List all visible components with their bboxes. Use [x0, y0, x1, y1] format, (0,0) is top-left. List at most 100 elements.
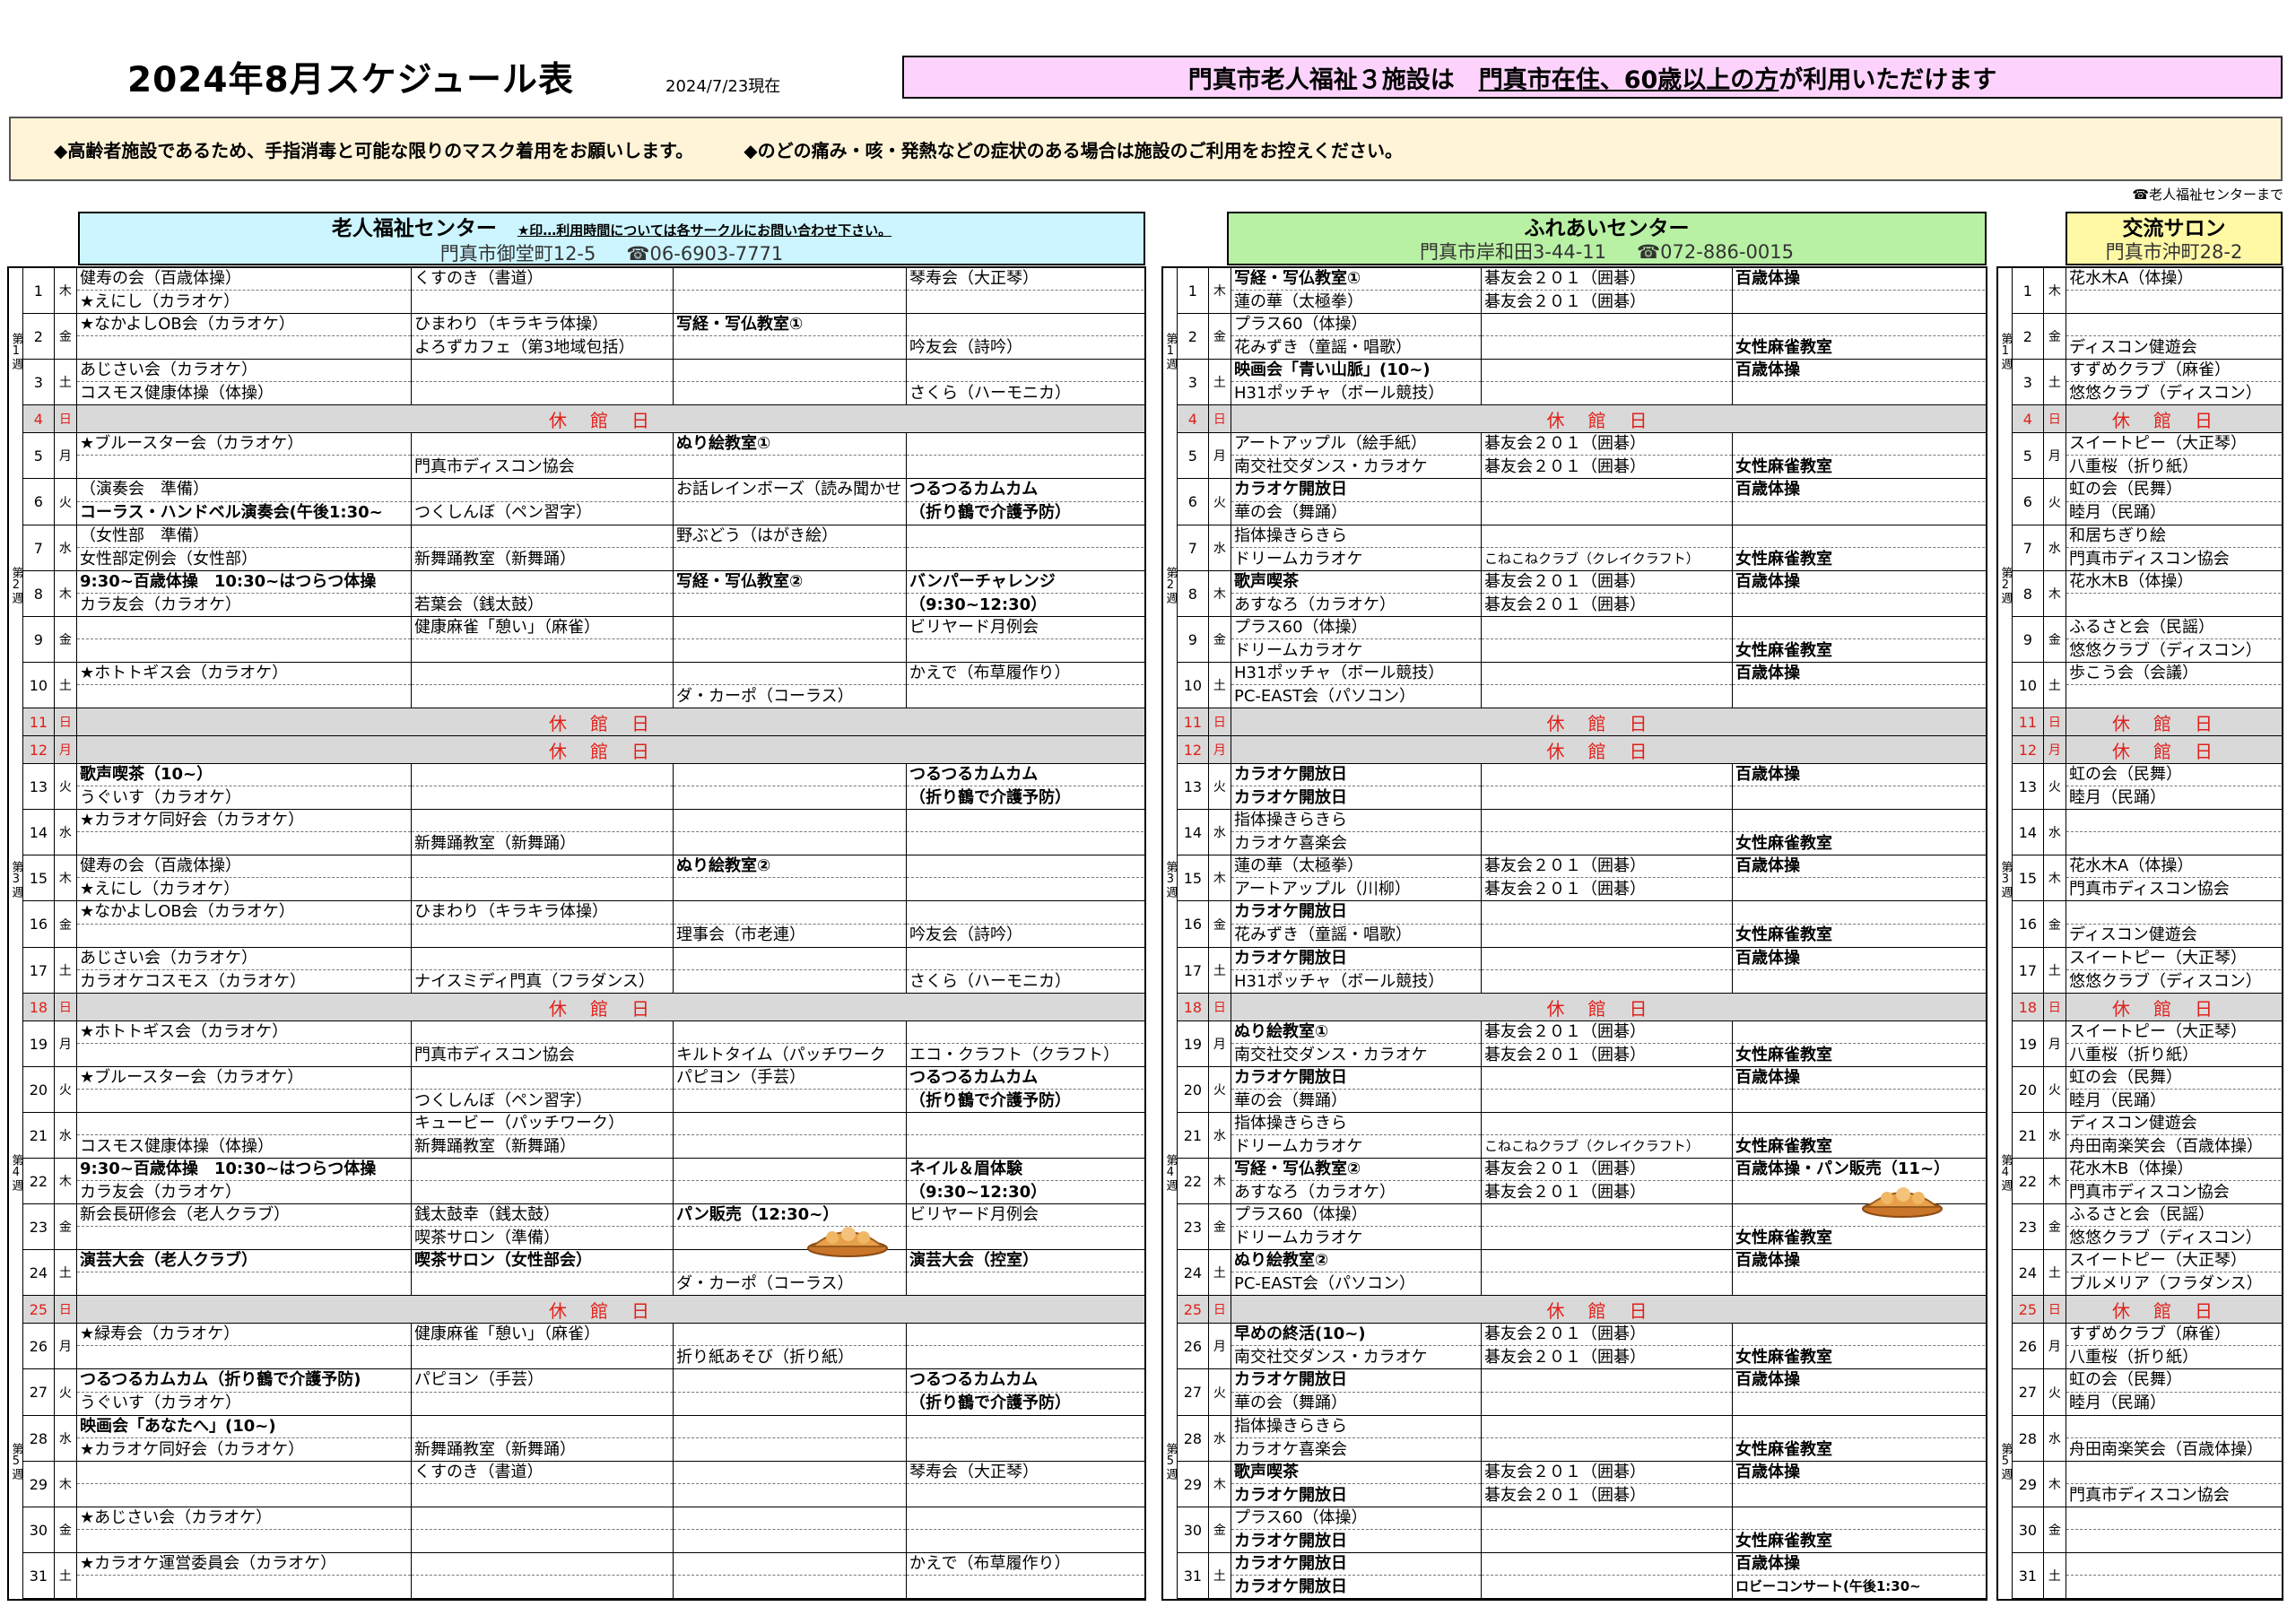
closed-day-row: 11 日 休館日	[1998, 708, 2282, 736]
page-title: 2024年8月スケジュール表	[127, 60, 574, 100]
week-label: 第4週	[9, 1021, 23, 1324]
entry-bottom: 花みずき（童謡・唱歌）	[1234, 925, 1412, 945]
schedule-cell	[1482, 479, 1733, 525]
entry-bottom	[1482, 1090, 1732, 1112]
entry-bottom	[1482, 925, 1732, 948]
day-row: 24 土演芸大会（老人クラブ） 喫茶サロン（女性部会） ダ・カーポ（コーラス） 演芸大会…	[9, 1250, 1144, 1296]
entry-bottom: 女性麻雀教室	[1735, 1136, 1832, 1156]
day-weekday: 土	[2044, 1250, 2066, 1295]
schedule-cell: つるつるカムカム （折り鶴で介護予防）	[907, 764, 1144, 809]
day-weekday: 日	[1209, 994, 1231, 1020]
schedule-cell: ビリヤード月例会	[907, 1204, 1144, 1249]
day-weekday: 土	[2044, 948, 2066, 993]
entry-top: すずめクラブ（麻雀）	[2066, 1324, 2282, 1346]
schedule-cell	[674, 268, 907, 313]
day-weekday: 木	[1209, 1159, 1231, 1203]
schedule-cell: お話レインボーズ（読み聞かせ	[674, 479, 907, 525]
as-of-date: 2024/7/23現在	[665, 77, 781, 96]
schedule-cell: 新舞踊教室（新舞踊）	[412, 810, 674, 855]
entry-bottom: 南交社交ダンス・カラオケ	[1234, 1347, 1428, 1367]
entry-bottom	[907, 291, 1144, 313]
day-weekday: 土	[55, 948, 77, 993]
day-weekday: 木	[55, 571, 77, 616]
entry-top: つるつるカムカム	[907, 1067, 1144, 1090]
day-weekday: 水	[55, 525, 77, 570]
entry-bottom: 碁友会２０１（囲碁）	[1484, 291, 1646, 311]
day-number: 6	[23, 479, 55, 525]
entry-top	[674, 810, 906, 832]
entry-bottom	[1733, 502, 1986, 525]
entry-top	[412, 1159, 673, 1181]
entry-top: くすのき（書道）	[412, 1462, 673, 1484]
rojin-center-header: 老人福祉センター ★印…利用時間については各サークルにお問い合わせ下さい。 門真…	[78, 212, 1145, 265]
entry-bottom	[674, 1135, 906, 1158]
day-number: 30	[2013, 1507, 2044, 1552]
entry-top	[1482, 1067, 1732, 1090]
day-number: 17	[1178, 948, 1209, 993]
entry-top: ふるさと会（民謡）	[2066, 617, 2282, 639]
schedule-cell: 百歳体操	[1733, 1067, 1986, 1112]
closed-label: 休館日	[2112, 997, 2236, 1020]
schedule-cell: つくしんぼ（ペン習字）	[412, 479, 674, 525]
schedule-cell: 琴寿会（大正琴）	[907, 268, 1144, 313]
day-number: 28	[23, 1416, 55, 1461]
day-row: 1 木写経・写仏教室① 蓮の華（太極拳） 碁友会２０１（囲碁） 碁友会２０１（囲碁） 百歳…	[1163, 268, 1986, 314]
entry-top: 碁友会２０１（囲碁）	[1482, 268, 1732, 291]
schedule-cell: 写経・写仏教室① 蓮の華（太極拳）	[1231, 268, 1482, 313]
entry-bottom: カラオケコスモス（カラオケ）	[80, 971, 306, 991]
closed-label: 休館日	[549, 712, 673, 734]
entry-top	[412, 663, 673, 685]
day-weekday: 木	[2044, 1462, 2066, 1507]
entry-top: 指体操きらきら	[1231, 525, 1481, 548]
schedule-cell	[412, 663, 674, 708]
day-row: 27 火虹の会（民舞） 睦月（民踊）	[1998, 1369, 2282, 1416]
closed-label: 休館日	[1546, 1299, 1671, 1322]
schedule-cell: ふるさと会（民謡） 悠悠クラブ（ディスコン）	[2066, 617, 2282, 662]
entry-top: パピヨン（手芸）	[674, 1067, 906, 1090]
entry-top	[907, 1507, 1144, 1530]
entry-bottom	[1482, 382, 1732, 404]
schedule-cell: つくしんぼ（ペン習字）	[412, 1067, 674, 1112]
entry-bottom: 華の会（舞踊）	[1234, 1394, 1347, 1413]
day-row: 2 金 ★なかよしOB会（カラオケ） ひまわり（キラキラ体操） よろずカフェ（第3地域包…	[9, 314, 1144, 360]
day-number: 30	[1178, 1507, 1209, 1552]
schedule-cell	[674, 617, 907, 662]
schedule-cell: 若葉会（銭太鼓）	[412, 571, 674, 616]
entry-top: 虹の会（民舞）	[2066, 479, 2282, 502]
day-number: 23	[1178, 1204, 1209, 1249]
entry-bottom	[1482, 502, 1732, 525]
entry-top	[1482, 314, 1732, 336]
entry-top: ★ホトトギス会（カラオケ）	[77, 663, 411, 685]
day-weekday: 土	[1209, 663, 1231, 708]
entry-bottom	[1482, 1227, 1732, 1249]
day-row: 8 木歌声喫茶 あすなろ（カラオケ） 碁友会２０１（囲碁） 碁友会２０１（囲碁） 百歳体操	[1163, 571, 1986, 617]
entry-top: 映画会「青い山脈」(10~)	[1231, 360, 1481, 382]
day-row: 8 木花水木B（体操）	[1998, 571, 2282, 617]
day-weekday: 土	[1209, 948, 1231, 993]
entry-bottom: 新舞踊教室（新舞踊）	[414, 1136, 576, 1156]
entry-top	[1482, 663, 1732, 685]
day-row: 13 火歌声喫茶（10~） うぐいす（カラオケ） つるつるカムカム （折り鶴で介護予防）	[9, 764, 1144, 810]
day-row: 3 土映画会「青い山脈」(10~) H31ポッチャ（ボール競技） 百歳体操	[1163, 360, 1986, 405]
entry-bottom: 女性麻雀教室	[1735, 1045, 1832, 1064]
salon-header: 交流サロン 門真市沖町28-2	[2066, 212, 2283, 265]
week-label: 第5週	[9, 1324, 23, 1599]
entry-bottom	[77, 336, 411, 359]
entry-bottom	[1482, 970, 1732, 993]
schedule-cell: 舟田南楽笑会（百歳体操）	[2066, 1416, 2282, 1461]
banner-post: が利用いただけます	[1779, 65, 1997, 94]
day-weekday: 金	[1209, 1204, 1231, 1249]
day-number: 2	[2013, 314, 2044, 359]
entry-top: ディスコン健遊会	[2066, 1113, 2282, 1135]
schedule-cell	[1482, 764, 1733, 809]
schedule-cell: 花水木B（体操） 門真市ディスコン協会	[2066, 1159, 2282, 1203]
entry-top	[907, 1416, 1144, 1438]
schedule-cell: 指体操きらきら ドリームカラオケ	[1231, 1113, 1482, 1158]
schedule-cell	[907, 1324, 1144, 1368]
day-row: 2 金プラス60（体操） 花みずき（童謡・唱歌） 女性麻雀教室	[1163, 314, 1986, 360]
closed-day-row: 11 日 休館日	[1163, 708, 1986, 736]
day-weekday: 金	[2044, 617, 2066, 662]
entry-top: くすのき（書道）	[412, 268, 673, 291]
day-row: 22 木花水木B（体操） 門真市ディスコン協会	[1998, 1159, 2282, 1204]
entry-top: 琴寿会（大正琴）	[907, 268, 1144, 291]
